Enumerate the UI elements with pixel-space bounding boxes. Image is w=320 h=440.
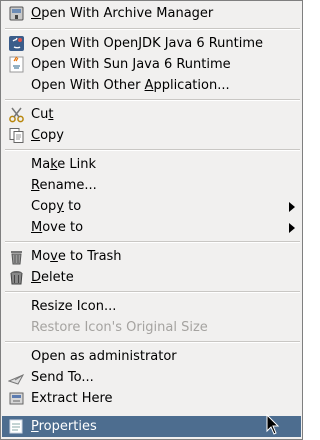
menu-item-move-to[interactable]: Move to xyxy=(2,217,301,238)
archive-manager-icon xyxy=(8,5,25,22)
menu-item-label: Open With OpenJDK Java 6 Runtime xyxy=(31,36,264,51)
menu-item-label: Open With Other Application... xyxy=(31,78,230,93)
menu-item-open-with-sun-java[interactable]: Open With Sun Java 6 Runtime xyxy=(2,54,301,75)
menu-item-label: Copy xyxy=(31,128,64,143)
menu-item-label: Copy to xyxy=(31,199,82,214)
menu-item-label: Restore Icon's Original Size xyxy=(31,320,208,335)
menu-item-delete[interactable]: Delete xyxy=(2,267,301,288)
menu-item-label: Cut xyxy=(31,107,54,122)
menu-item-extract-here[interactable]: Extract Here xyxy=(2,388,301,409)
menu-item-label: Delete xyxy=(31,270,74,285)
menu-item-label: Send To... xyxy=(31,370,94,385)
menu-item-open-with-openjdk[interactable]: Open With OpenJDK Java 6 Runtime xyxy=(2,33,301,54)
menu-item-label: Move to Trash xyxy=(31,249,122,264)
menu-item-label: Open With Archive Manager xyxy=(31,6,214,21)
java-sun-icon xyxy=(8,56,25,73)
menu-separator xyxy=(5,28,300,30)
menu-separator xyxy=(5,99,300,101)
menu-item-open-as-administrator[interactable]: Open as administrator xyxy=(2,346,301,367)
menu-item-label: Make Link xyxy=(31,157,97,172)
menu-item-open-with-other-application[interactable]: Open With Other Application... xyxy=(2,75,301,96)
menu-item-send-to[interactable]: Send To... xyxy=(2,367,301,388)
menu-item-properties[interactable]: Properties xyxy=(2,416,301,437)
menu-item-label: Properties xyxy=(31,419,97,434)
menu-separator xyxy=(5,149,300,151)
extract-icon xyxy=(8,390,25,407)
menu-item-copy[interactable]: Copy xyxy=(2,125,301,146)
properties-icon xyxy=(8,418,25,435)
send-to-icon xyxy=(7,369,25,386)
submenu-arrow-icon xyxy=(289,223,295,233)
menu-item-open-with-archive-manager[interactable]: Open With Archive Manager xyxy=(2,3,301,24)
menu-item-label: Open With Sun Java 6 Runtime xyxy=(31,57,231,72)
menu-item-label: Resize Icon... xyxy=(31,299,117,314)
menu-item-make-link[interactable]: Make Link xyxy=(2,154,301,175)
menu-item-label: Rename... xyxy=(31,178,97,193)
java-openjdk-icon xyxy=(8,35,25,52)
menu-item-cut[interactable]: Cut xyxy=(2,104,301,125)
menu-separator xyxy=(5,291,300,293)
copy-icon xyxy=(8,127,25,144)
menu-item-label: Open as administrator xyxy=(31,349,177,364)
scissors-icon xyxy=(8,106,25,123)
delete-icon xyxy=(8,269,25,286)
menu-item-copy-to[interactable]: Copy to xyxy=(2,196,301,217)
menu-separator xyxy=(5,341,300,343)
menu-item-label: Extract Here xyxy=(31,391,113,406)
menu-item-move-to-trash[interactable]: Move to Trash xyxy=(2,246,301,267)
submenu-arrow-icon xyxy=(289,202,295,212)
mouse-cursor-icon xyxy=(266,414,280,435)
menu-item-restore-icon-size: Restore Icon's Original Size xyxy=(2,317,301,338)
context-menu: Open With Archive Manager Open With Open… xyxy=(0,0,303,440)
menu-item-resize-icon[interactable]: Resize Icon... xyxy=(2,296,301,317)
menu-separator xyxy=(5,241,300,243)
trash-icon xyxy=(8,248,25,265)
menu-item-label: Move to xyxy=(31,220,84,235)
menu-item-rename[interactable]: Rename... xyxy=(2,175,301,196)
